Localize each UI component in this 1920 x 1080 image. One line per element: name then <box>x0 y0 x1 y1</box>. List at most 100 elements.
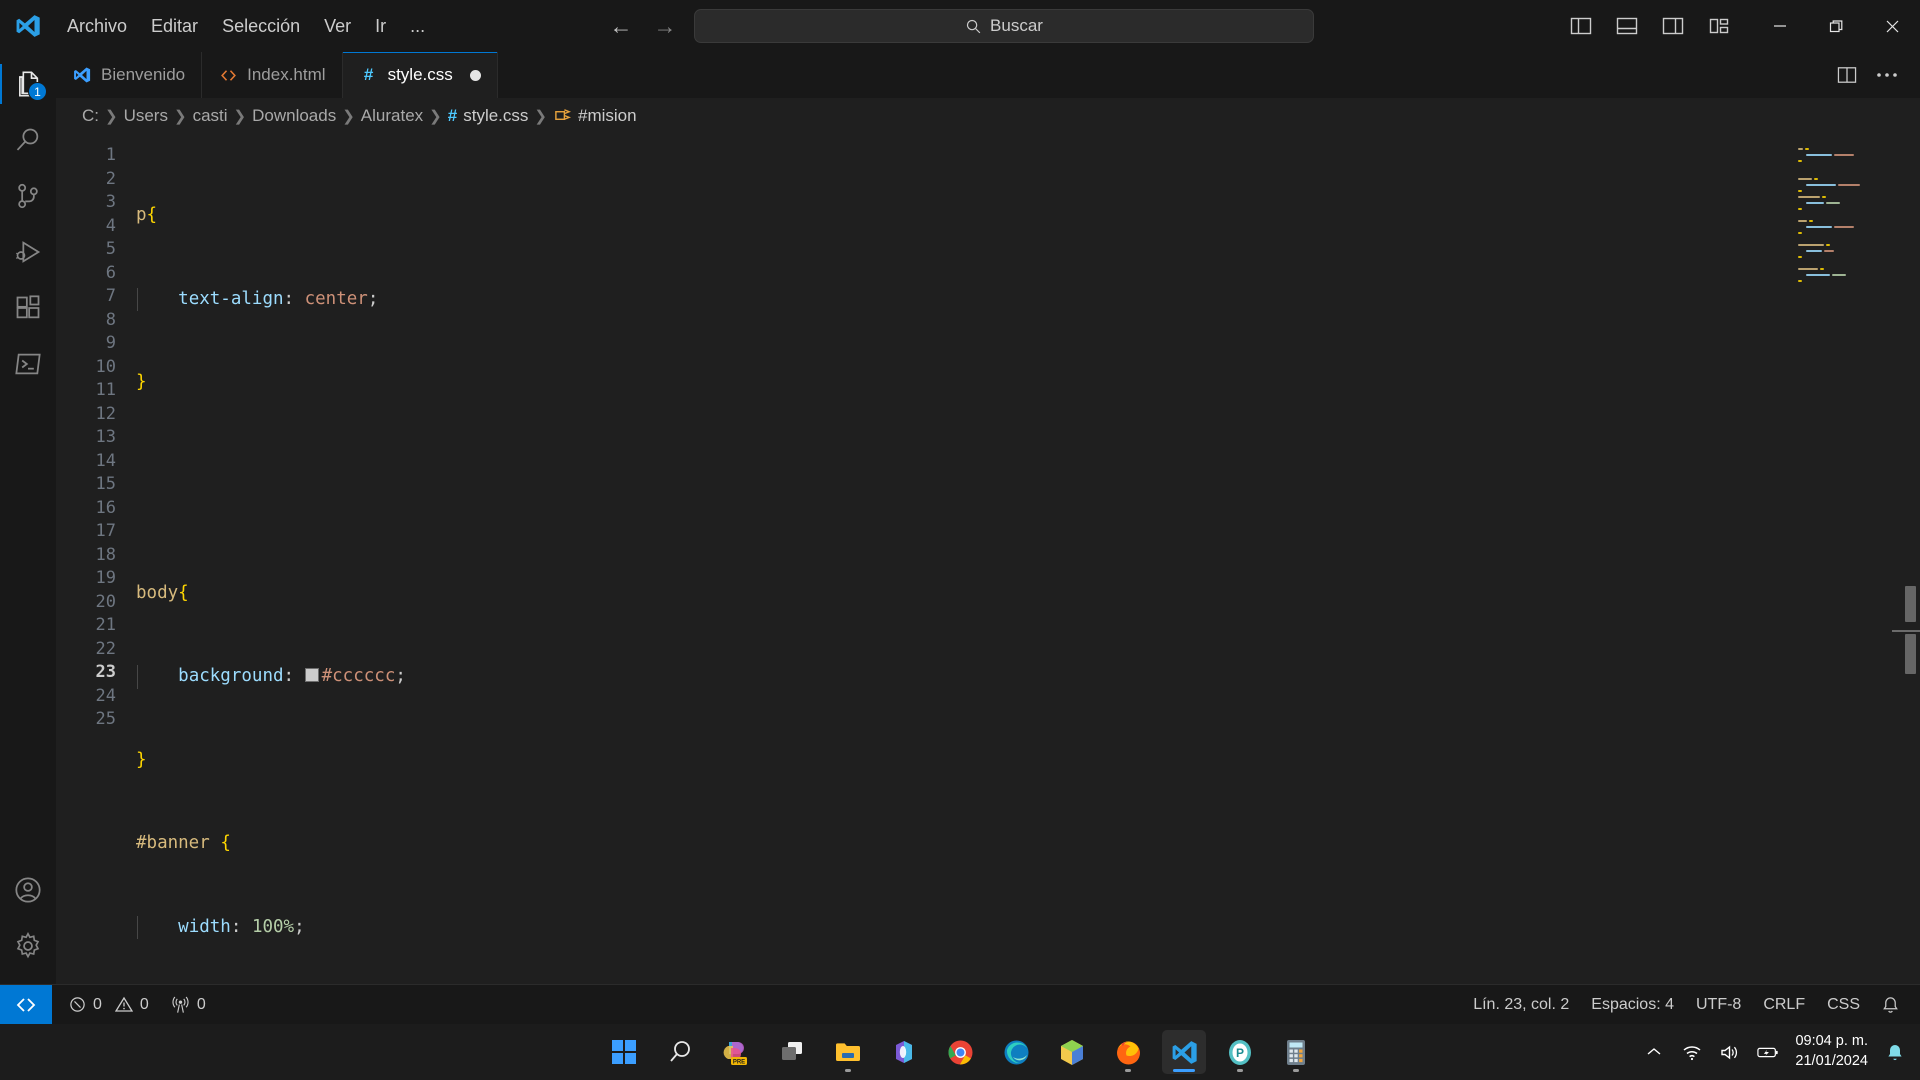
line-number-current: 23 <box>95 662 116 682</box>
taskbar-vscode-button[interactable] <box>1162 1030 1206 1074</box>
file-explorer-icon <box>836 1043 860 1061</box>
status-language-mode[interactable]: CSS <box>1816 985 1871 1025</box>
breadcrumb-item-users[interactable]: Users <box>124 106 168 126</box>
editor-scrollbar[interactable] <box>1892 134 1920 984</box>
line-number: 2 <box>105 168 116 189</box>
customize-layout-icon[interactable] <box>1700 9 1738 43</box>
line-number: 17 <box>95 521 116 541</box>
taskbar-firefox-button[interactable] <box>1106 1030 1150 1074</box>
breadcrumb-separator-icon: ❯ <box>342 108 355 125</box>
taskbar-chrome-button[interactable] <box>938 1030 982 1074</box>
sidebar-item-run-and-debug[interactable] <box>0 224 56 280</box>
p-circle-icon: P <box>1229 1039 1251 1065</box>
line-number: 18 <box>95 544 116 565</box>
taskbar-microsoft-365-button[interactable] <box>882 1030 926 1074</box>
title-bar: Archivo Editar Selección Ver Ir ... ← → … <box>0 0 1920 52</box>
taskbar-cube-app-button[interactable] <box>1050 1030 1094 1074</box>
line-number: 20 <box>95 591 116 612</box>
toggle-primary-sidebar-icon[interactable] <box>1562 9 1600 43</box>
code-content[interactable]: p{ text-align: center; } body{ backgroun… <box>132 134 1920 984</box>
breadcrumb-item-casti[interactable]: casti <box>193 106 228 126</box>
breadcrumb-item-c[interactable]: C: <box>82 106 99 126</box>
sidebar-item-explorer[interactable]: 1 <box>0 56 56 112</box>
vscode-logo-icon <box>72 65 92 85</box>
line-number: 6 <box>105 262 116 283</box>
code-line-2: text-align: center; <box>132 287 1920 311</box>
toggle-panel-icon[interactable] <box>1608 9 1646 43</box>
status-eol[interactable]: CRLF <box>1752 985 1816 1025</box>
go-back-button[interactable]: ← <box>606 13 636 40</box>
split-editor-icon[interactable] <box>1830 58 1864 92</box>
taskbar-search-button[interactable] <box>658 1030 702 1074</box>
sidebar-item-search[interactable] <box>0 112 56 168</box>
status-ports[interactable]: 0 <box>160 985 217 1025</box>
accounts-button[interactable] <box>0 862 56 918</box>
taskbar-calculator-button[interactable] <box>1274 1030 1318 1074</box>
taskbar-task-view-button[interactable] <box>770 1030 814 1074</box>
tab-label: style.css <box>387 65 453 84</box>
status-cursor-position[interactable]: Lín. 23, col. 2 <box>1462 985 1580 1025</box>
svg-text:P: P <box>1236 1046 1244 1060</box>
breadcrumb-item-downloads[interactable]: Downloads <box>252 106 336 126</box>
search-icon <box>16 128 39 151</box>
minimize-icon[interactable] <box>1752 0 1808 52</box>
breadcrumb-item-aluratex[interactable]: Aluratex <box>361 106 423 126</box>
breadcrumb-item-style-css[interactable]: # style.css <box>448 106 529 126</box>
status-encoding[interactable]: UTF-8 <box>1685 985 1752 1025</box>
line-number: 1 <box>105 145 116 165</box>
status-notifications[interactable] <box>1871 985 1910 1025</box>
line-number: 21 <box>95 615 116 635</box>
unsaved-indicator[interactable] <box>469 69 481 81</box>
settings-button[interactable] <box>0 918 56 974</box>
window-controls <box>1752 0 1920 52</box>
restore-icon[interactable] <box>1808 0 1864 52</box>
breadcrumb-separator-icon: ❯ <box>233 108 247 125</box>
menu-ir[interactable]: Ir <box>364 11 397 42</box>
color-swatch[interactable] <box>304 668 319 682</box>
microsoft-365-icon <box>896 1041 912 1063</box>
menu-more[interactable]: ... <box>399 11 436 42</box>
toggle-secondary-sidebar-icon[interactable] <box>1654 9 1692 43</box>
sidebar-item-terminal[interactable] <box>0 336 56 392</box>
remote-window-indicator[interactable] <box>0 984 52 1025</box>
go-forward-button[interactable]: → <box>650 13 680 40</box>
taskbar-copilot-button[interactable]: PRE <box>714 1030 758 1074</box>
breadcrumb-item-mision[interactable]: #mision <box>553 106 637 126</box>
layout-controls <box>1562 9 1752 43</box>
vscode-logo-icon <box>0 13 56 39</box>
menu-editar[interactable]: Editar <box>140 11 209 42</box>
run-debug-icon <box>15 241 41 263</box>
status-problems[interactable]: 0 0 <box>58 985 160 1025</box>
tab-index-html[interactable]: Index.html <box>202 52 343 98</box>
menu-archivo[interactable]: Archivo <box>56 11 138 42</box>
search-placeholder-text: Buscar <box>990 16 1043 35</box>
code-line-9: #banner { <box>136 833 231 853</box>
status-indentation[interactable]: Espacios: 4 <box>1580 985 1685 1025</box>
line-number: 22 <box>95 638 116 659</box>
taskbar-start-button[interactable] <box>602 1030 646 1074</box>
more-actions-icon[interactable] <box>1870 58 1904 92</box>
taskbar-teal-p-app-button[interactable]: P <box>1218 1030 1262 1074</box>
command-center-search[interactable]: Buscar <box>694 9 1314 43</box>
line-number: 16 <box>95 497 116 518</box>
breadcrumb-separator-icon: ❯ <box>105 108 118 125</box>
chrome-icon <box>948 1040 972 1065</box>
taskbar-file-explorer-button[interactable] <box>826 1030 870 1074</box>
menu-ver[interactable]: Ver <box>313 11 362 42</box>
tab-style-css[interactable]: # style.css <box>342 52 498 98</box>
code-editor[interactable]: 1 2 3 4 5 6 7 8 9 10 11 12 13 14 15 16 1 <box>56 134 1920 984</box>
close-icon[interactable] <box>1864 0 1920 52</box>
sidebar-item-source-control[interactable] <box>0 168 56 224</box>
tab-bienvenido[interactable]: Bienvenido <box>56 52 203 98</box>
menu-seleccion[interactable]: Selección <box>211 11 311 42</box>
task-view-icon <box>782 1042 802 1060</box>
firefox-icon <box>1116 1040 1140 1064</box>
edge-icon <box>1004 1040 1028 1064</box>
activity-bar: 1 <box>0 52 56 984</box>
line-number: 19 <box>95 568 116 588</box>
radio-tower-icon <box>172 996 189 1013</box>
taskbar-edge-button[interactable] <box>994 1030 1038 1074</box>
line-number: 12 <box>95 403 116 424</box>
line-number: 25 <box>95 709 116 729</box>
sidebar-item-extensions[interactable] <box>0 280 56 336</box>
